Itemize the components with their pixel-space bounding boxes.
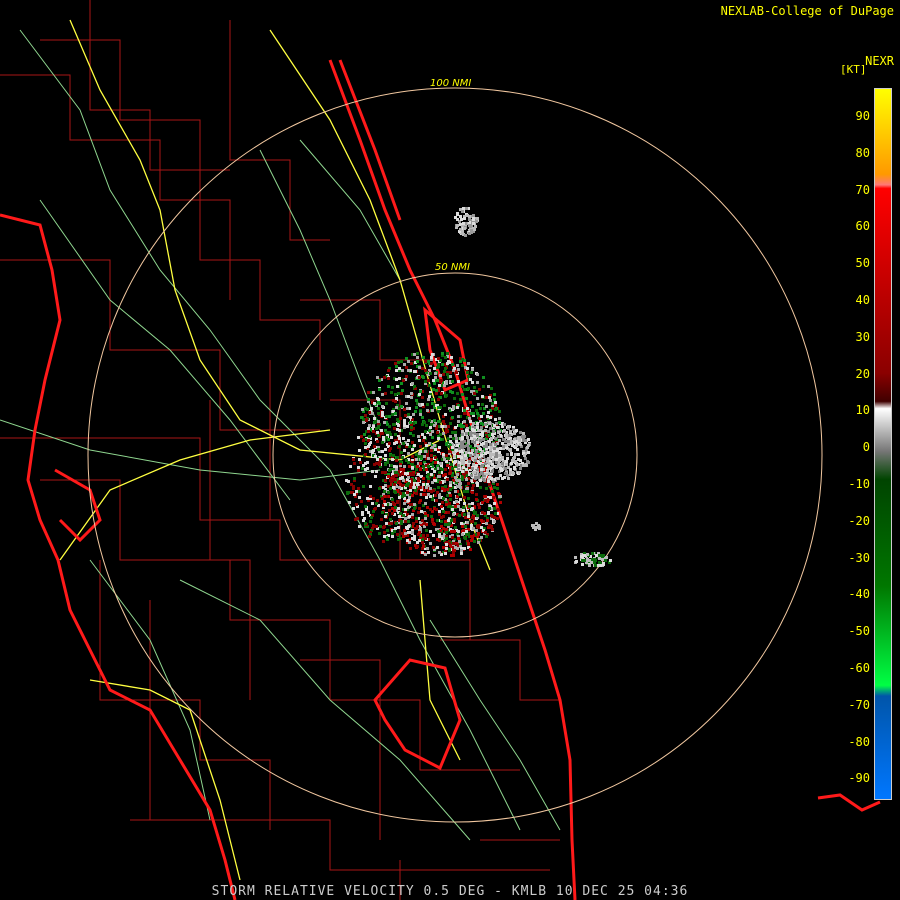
- legend-tick: 20: [855, 366, 870, 381]
- legend-tick: -40: [848, 587, 870, 602]
- legend-tick: 50: [855, 256, 870, 271]
- legend-tick: 40: [855, 293, 870, 307]
- legend-tick: -60: [848, 661, 870, 675]
- velocity-color-scale: [874, 88, 892, 800]
- radar-map: 100 NMI 50 NMI: [0, 0, 881, 900]
- credit-label: NEXLAB-College of DuPage: [720, 4, 894, 18]
- legend-tick: 0: [862, 440, 870, 455]
- units-label: [KT]: [840, 63, 867, 76]
- radar-echoes: [345, 207, 612, 567]
- legend-tick: -10: [848, 477, 870, 491]
- legend-tick: 10: [855, 403, 870, 418]
- ring-50-label: 50 NMI: [435, 262, 470, 273]
- product-description: STORM RELATIVE VELOCITY 0.5 DEG - KMLB 1…: [211, 884, 689, 899]
- legend-tick: -70: [848, 697, 870, 712]
- legend-tick: -20: [848, 513, 870, 528]
- legend-tick: 90: [855, 109, 870, 123]
- ring-100-label: 100 NMI: [430, 78, 471, 89]
- legend-tick: 70: [855, 182, 870, 197]
- legend-tick: 30: [855, 329, 870, 344]
- product-label: NEXR: [865, 54, 894, 68]
- legend-tick: -50: [848, 624, 870, 639]
- legend-tick: 60: [855, 219, 870, 234]
- legend-tick: -80: [848, 734, 870, 749]
- legend-tick: -30: [848, 550, 870, 565]
- legend-tick: 80: [855, 145, 870, 160]
- legend-tick: -90: [848, 771, 870, 786]
